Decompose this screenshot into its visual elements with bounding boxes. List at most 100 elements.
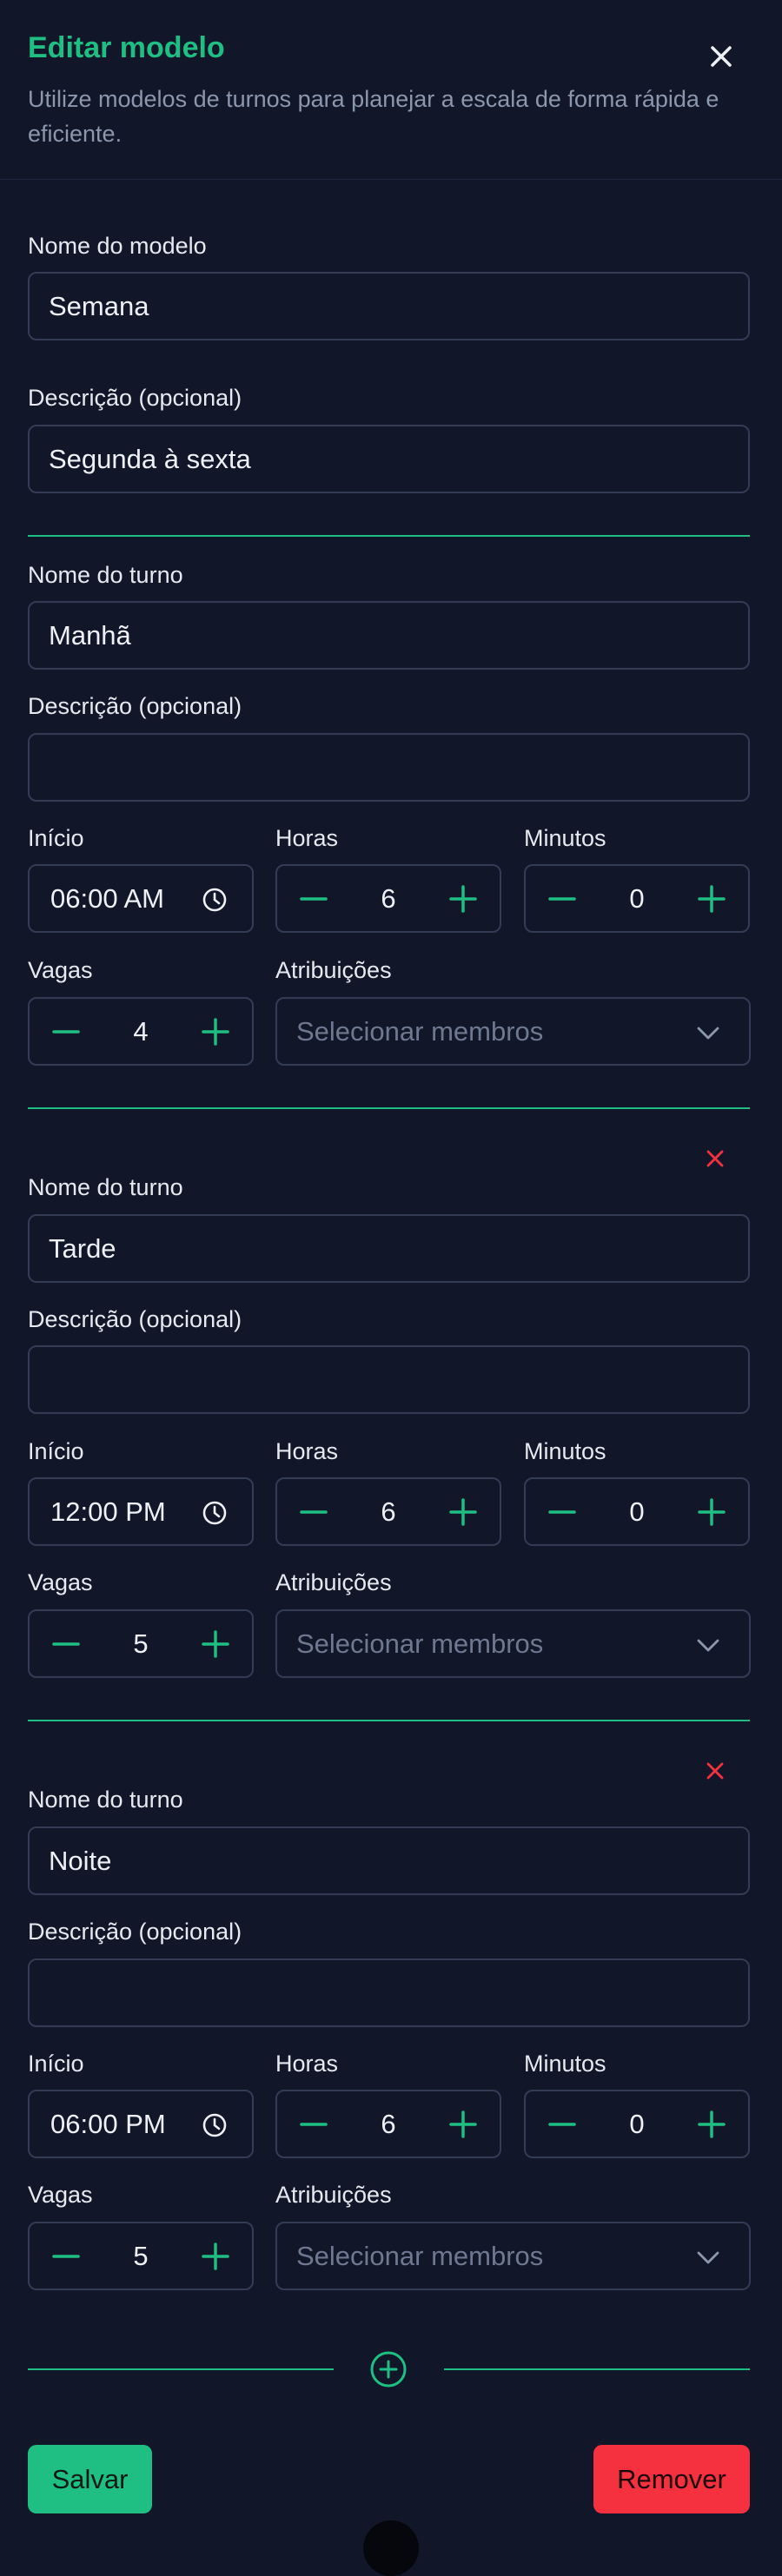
shift-description-label: Descrição (opcional) [28, 1919, 242, 1945]
shift-description-input[interactable] [28, 1345, 750, 1414]
page-title: Editar modelo [28, 31, 225, 64]
shift-name-label: Nome do turno [28, 562, 183, 588]
assignments-label: Atribuições [275, 957, 392, 983]
slots-decrement-button[interactable] [30, 2223, 103, 2289]
assignments-select[interactable]: Selecionar membros [275, 997, 751, 1066]
start-label: Início [28, 1438, 84, 1464]
hours-increment-button[interactable] [427, 2091, 500, 2157]
shift-name-input[interactable] [28, 601, 750, 670]
minus-icon [548, 2123, 576, 2126]
slots-value: 5 [133, 1628, 149, 1659]
hours-label: Horas [275, 1438, 339, 1464]
start-time-value: 06:00 PM [50, 2109, 166, 2139]
slots-label: Vagas [28, 2182, 93, 2208]
minutes-increment-button[interactable] [675, 866, 748, 931]
minutes-increment-button[interactable] [675, 1479, 748, 1544]
hours-value: 6 [381, 2109, 396, 2139]
plus-icon [449, 2110, 477, 2138]
start-time-value: 12:00 PM [50, 1496, 166, 1527]
minutes-increment-button[interactable] [675, 2091, 748, 2157]
assignments-select[interactable]: Selecionar membros [275, 2222, 751, 2290]
slots-stepper: 5 [28, 1609, 254, 1678]
add-shift-divider-right [444, 2368, 750, 2370]
plus-icon [449, 885, 477, 913]
shift-name-label: Nome do turno [28, 1174, 183, 1200]
hours-label: Horas [275, 825, 339, 851]
hours-stepper: 6 [275, 1477, 501, 1546]
remove-button[interactable]: Remover [593, 2445, 750, 2513]
minutes-value: 0 [629, 1496, 645, 1527]
start-time-input[interactable]: 12:00 PM [28, 1477, 254, 1546]
plus-icon [202, 1630, 229, 1658]
start-label: Início [28, 825, 84, 851]
slots-decrement-button[interactable] [30, 1611, 103, 1676]
hours-increment-button[interactable] [427, 866, 500, 931]
plus-icon [449, 1498, 477, 1526]
clock-icon[interactable] [200, 885, 229, 915]
shift-description-label: Descrição (opcional) [28, 693, 242, 719]
slots-increment-button[interactable] [179, 2223, 252, 2289]
chevron-down-icon [697, 2251, 719, 2264]
hours-stepper: 6 [275, 2090, 501, 2158]
minutes-stepper: 0 [524, 864, 750, 933]
remove-shift-icon[interactable] [702, 1146, 728, 1172]
hours-increment-button[interactable] [427, 1479, 500, 1544]
hours-value: 6 [381, 1496, 396, 1527]
close-button[interactable] [704, 39, 739, 74]
minutes-decrement-button[interactable] [526, 1479, 599, 1544]
minutes-stepper: 0 [524, 1477, 750, 1546]
hours-decrement-button[interactable] [277, 866, 350, 931]
assignments-placeholder: Selecionar membros [296, 1628, 544, 1659]
shift-name-input[interactable] [28, 1214, 750, 1283]
minus-icon [548, 1510, 576, 1514]
minutes-value: 0 [629, 2109, 645, 2139]
minus-icon [52, 1030, 80, 1034]
minus-icon [548, 897, 576, 901]
slots-increment-button[interactable] [179, 999, 252, 1064]
assignments-label: Atribuições [275, 1569, 392, 1595]
slots-increment-button[interactable] [179, 1611, 252, 1676]
hours-value: 6 [381, 883, 396, 914]
plus-icon [202, 1018, 229, 1046]
shift-name-label: Nome do turno [28, 1787, 183, 1813]
chevron-down-icon [697, 1639, 719, 1652]
slots-decrement-button[interactable] [30, 999, 103, 1064]
shift-description-label: Descrição (opcional) [28, 1306, 242, 1332]
hours-label: Horas [275, 2051, 339, 2077]
floating-action-button[interactable] [363, 2520, 419, 2576]
minutes-value: 0 [629, 883, 645, 914]
start-time-value: 06:00 AM [50, 883, 164, 914]
minutes-stepper: 0 [524, 2090, 750, 2158]
template-description-input[interactable] [28, 425, 750, 493]
add-shift-button[interactable] [368, 2349, 408, 2389]
add-shift-divider-left [28, 2368, 334, 2370]
slots-value: 4 [133, 1016, 149, 1047]
slots-label: Vagas [28, 1569, 93, 1595]
shift-name-input[interactable] [28, 1826, 750, 1895]
plus-icon [698, 2110, 726, 2138]
assignments-label: Atribuições [275, 2182, 392, 2208]
start-time-input[interactable]: 06:00 PM [28, 2090, 254, 2158]
minutes-decrement-button[interactable] [526, 2091, 599, 2157]
hours-decrement-button[interactable] [277, 2091, 350, 2157]
slots-value: 5 [133, 2241, 149, 2271]
assignments-placeholder: Selecionar membros [296, 2241, 544, 2271]
assignments-select[interactable]: Selecionar membros [275, 1609, 751, 1678]
start-time-input[interactable]: 06:00 AM [28, 864, 254, 933]
chevron-down-icon [697, 1027, 719, 1040]
slots-label: Vagas [28, 957, 93, 983]
hours-decrement-button[interactable] [277, 1479, 350, 1544]
minus-icon [300, 2123, 328, 2126]
slots-stepper: 5 [28, 2222, 254, 2290]
shift-description-input[interactable] [28, 1958, 750, 2027]
save-button[interactable]: Salvar [28, 2445, 152, 2513]
clock-icon[interactable] [200, 1498, 229, 1528]
clock-icon[interactable] [200, 2110, 229, 2140]
remove-shift-icon[interactable] [702, 1758, 728, 1784]
template-description-label: Descrição (opcional) [28, 385, 242, 411]
shift-description-input[interactable] [28, 733, 750, 802]
minutes-label: Minutos [524, 1438, 606, 1464]
minutes-decrement-button[interactable] [526, 866, 599, 931]
plus-icon [202, 2242, 229, 2270]
template-name-input[interactable] [28, 272, 750, 340]
